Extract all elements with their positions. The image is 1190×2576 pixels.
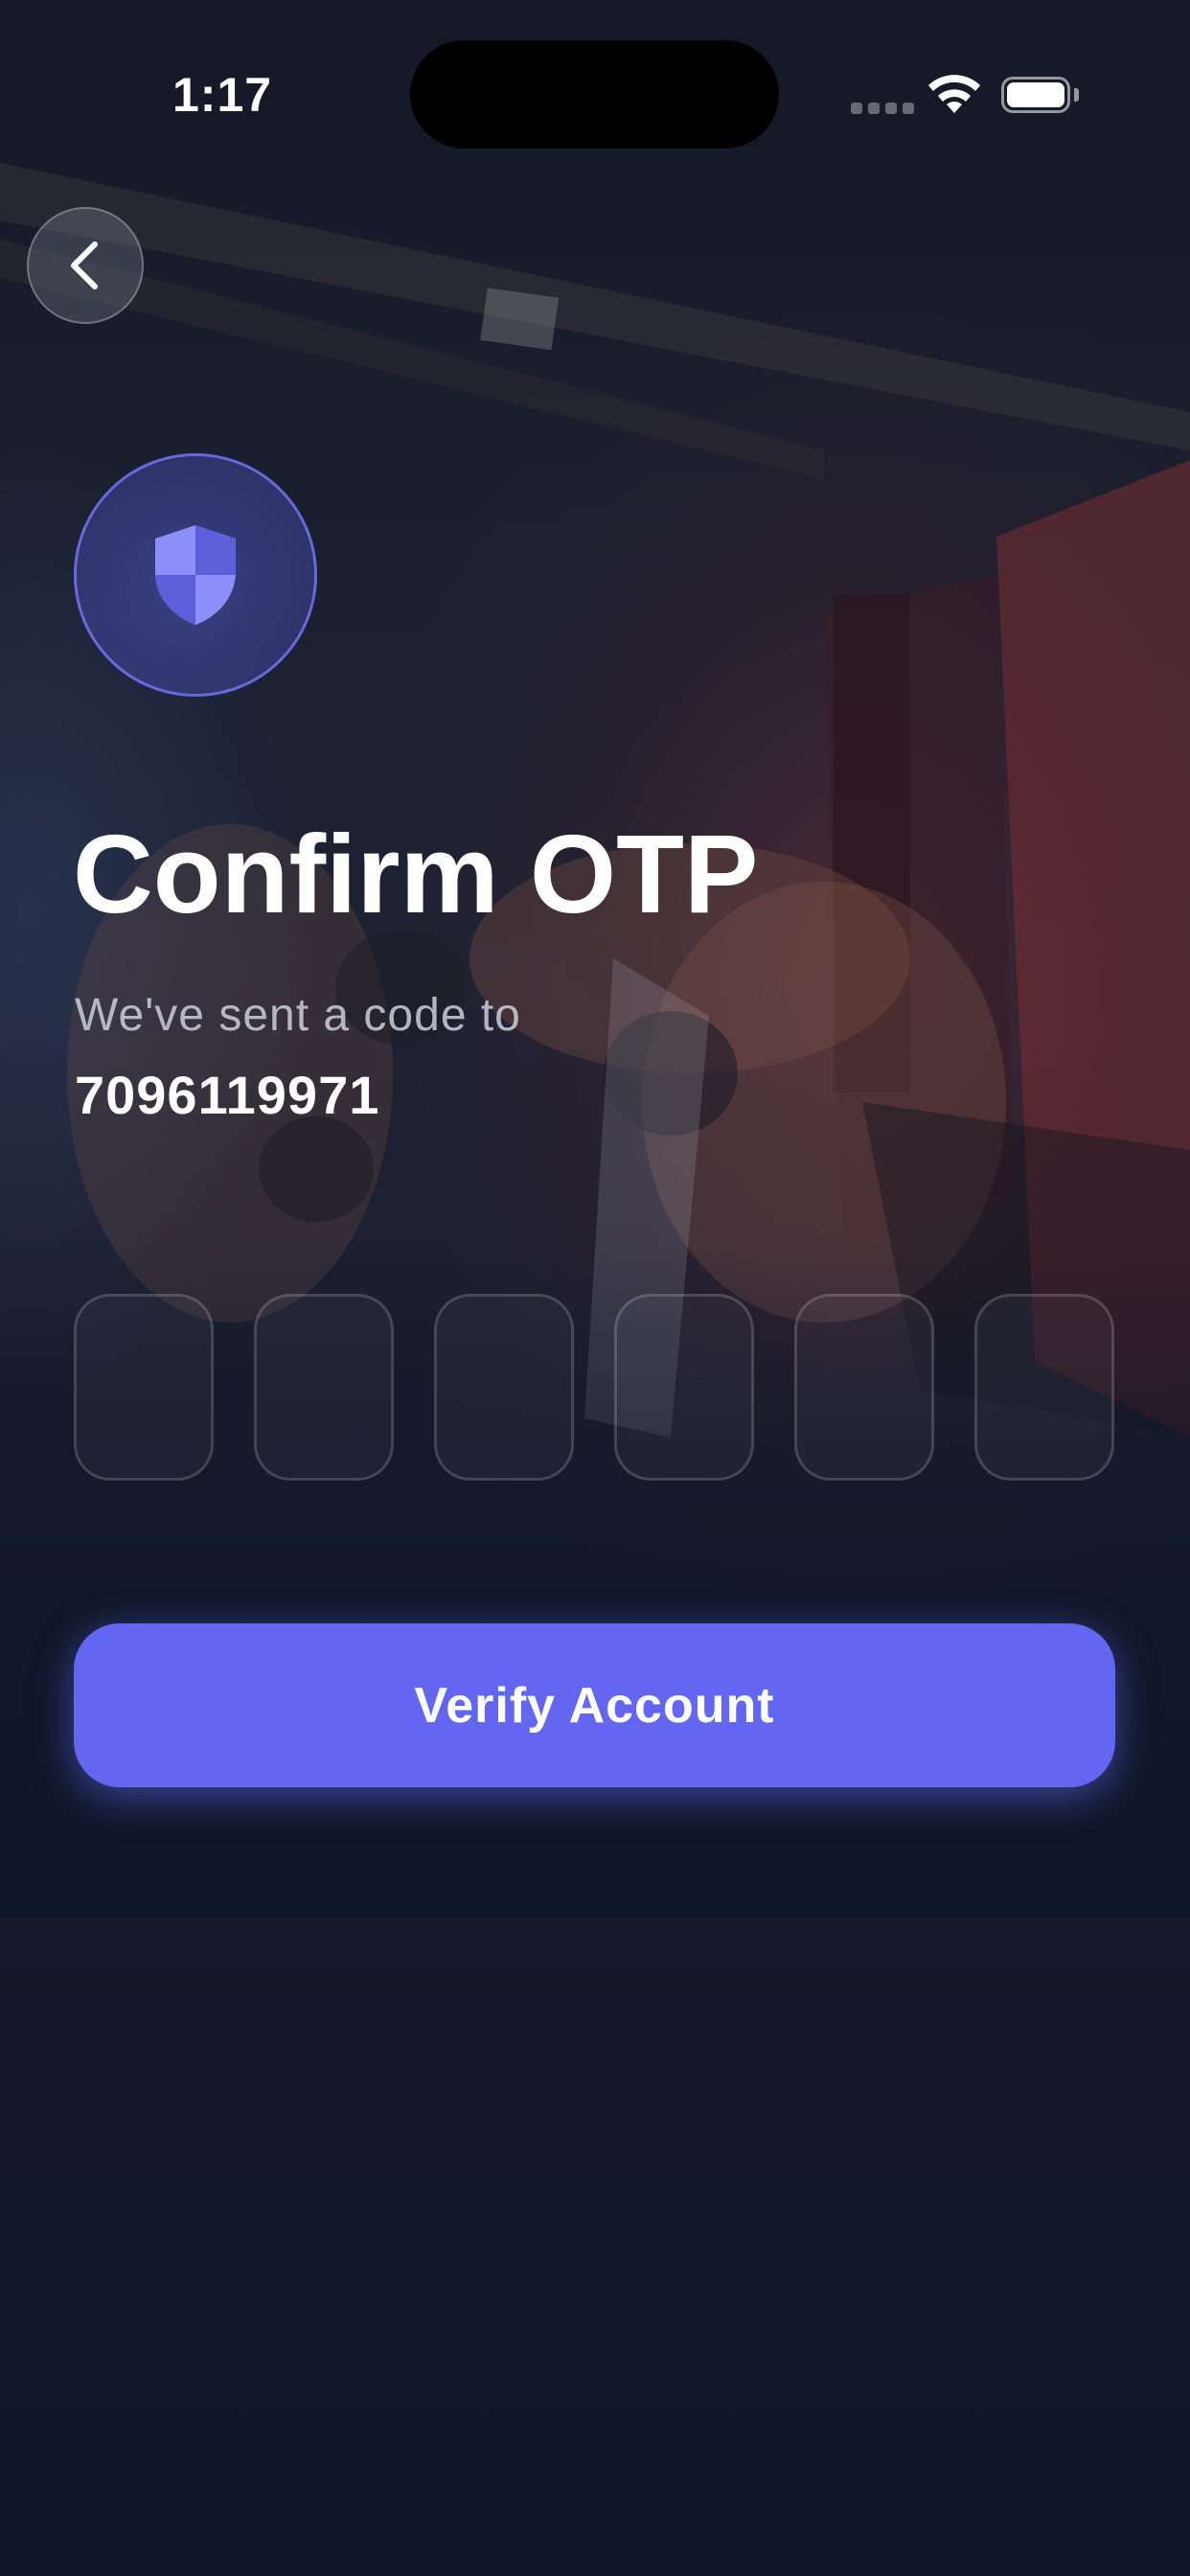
otp-digit-4[interactable] xyxy=(614,1294,754,1481)
code-sent-text: We've sent a code to xyxy=(75,990,521,1041)
battery-tip xyxy=(1074,88,1079,102)
otp-screen: 1:17 Confirm OTP We've sent a code to 70… xyxy=(0,0,1190,2576)
shield-badge xyxy=(74,453,317,697)
otp-input-row xyxy=(74,1294,1114,1481)
otp-digit-2[interactable] xyxy=(254,1294,394,1481)
phone-number: 7096119971 xyxy=(75,1065,380,1125)
wifi-icon xyxy=(928,75,980,113)
otp-digit-3[interactable] xyxy=(434,1294,574,1481)
status-time: 1:17 xyxy=(172,68,273,122)
otp-digit-5[interactable] xyxy=(794,1294,934,1481)
otp-digit-6[interactable] xyxy=(974,1294,1114,1481)
page-title: Confirm OTP xyxy=(73,812,759,936)
cellular-signal-icon xyxy=(851,103,914,114)
shield-icon xyxy=(155,525,236,625)
chevron-left-icon xyxy=(71,242,98,289)
battery-icon xyxy=(1001,77,1070,113)
verify-account-button[interactable]: Verify Account xyxy=(74,1623,1115,1787)
back-button[interactable] xyxy=(27,207,144,324)
dynamic-island xyxy=(410,40,779,149)
otp-digit-1[interactable] xyxy=(74,1294,214,1481)
